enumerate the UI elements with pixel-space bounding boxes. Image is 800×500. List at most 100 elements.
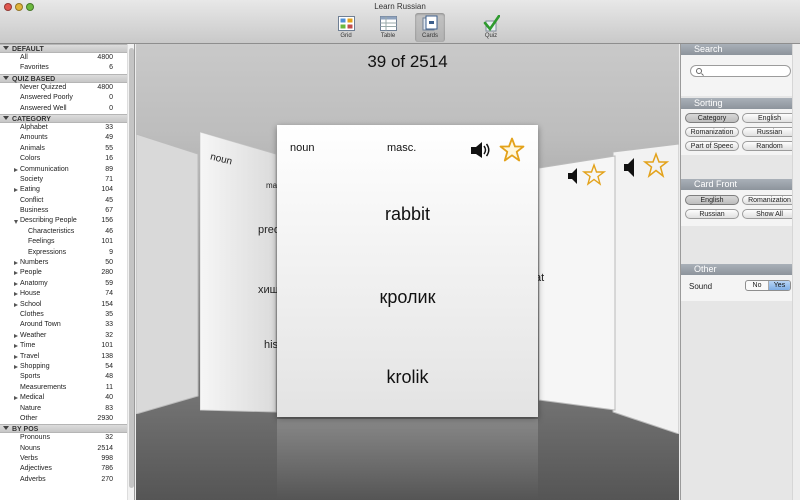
sidebar-item[interactable]: Characteristics 46	[0, 227, 134, 237]
front-romanization-button[interactable]: Romanization	[742, 195, 797, 205]
collapsed-triangle-icon[interactable]	[14, 188, 18, 193]
collapsed-triangle-icon[interactable]	[14, 302, 18, 307]
sound-yes-option[interactable]: Yes	[769, 281, 790, 290]
sidebar-item[interactable]: Numbers 50	[0, 258, 134, 268]
sidebar-item[interactable]: Colors 16	[0, 154, 134, 164]
sidebar-item[interactable]: Travel 138	[0, 352, 134, 362]
front-english-button[interactable]: English	[685, 195, 739, 205]
sidebar-item-count: 270	[101, 475, 113, 483]
sort-russian-button[interactable]: Russian	[742, 127, 797, 137]
toolbar-grid-button[interactable]: Grid	[331, 13, 361, 42]
sidebar-item[interactable]: Amounts 49	[0, 133, 134, 143]
sidebar-item[interactable]: All 4800	[0, 53, 134, 63]
card-part-of-speech: noun	[290, 142, 315, 154]
sound-no-option[interactable]: No	[746, 281, 769, 290]
sidebar-item[interactable]: Time 101	[0, 341, 134, 351]
sidebar-scroll-thumb[interactable]	[129, 48, 134, 488]
sidebar-item[interactable]: Alphabet 33	[0, 123, 134, 133]
sidebar-item[interactable]: Eating 104	[0, 185, 134, 195]
search-input[interactable]	[690, 65, 791, 77]
collapsed-triangle-icon[interactable]	[14, 354, 18, 359]
sidebar-section-header[interactable]: CATEGORY	[0, 113, 134, 123]
speaker-icon[interactable]	[470, 141, 492, 159]
sidebar-item[interactable]: Feelings 101	[0, 237, 134, 247]
sidebar-item[interactable]: Nature 83	[0, 404, 134, 414]
collapsed-triangle-icon[interactable]	[14, 281, 18, 286]
sort-part-of-speech-button[interactable]: Part of Speec	[685, 141, 739, 151]
collapsed-triangle-icon[interactable]	[14, 292, 18, 297]
sidebar-item[interactable]: House 74	[0, 289, 134, 299]
collapsed-triangle-icon[interactable]	[14, 333, 18, 338]
collapsed-triangle-icon[interactable]	[14, 271, 18, 276]
sidebar-item-label: Clothes	[20, 310, 44, 318]
sidebar-item[interactable]: Conflict 45	[0, 196, 134, 206]
sidebar-item[interactable]: Other 2930	[0, 414, 134, 424]
sidebar-item-label: Alphabet	[20, 123, 48, 131]
sidebar-item[interactable]: Animals 55	[0, 144, 134, 154]
sidebar-item[interactable]: School 154	[0, 300, 134, 310]
front-russian-button[interactable]: Russian	[685, 209, 739, 219]
sidebar-item[interactable]: People 280	[0, 268, 134, 278]
sidebar-item[interactable]: Shopping 54	[0, 362, 134, 372]
sort-category-button[interactable]: Category	[685, 113, 739, 123]
sidebar-section-header[interactable]: BY POS	[0, 424, 134, 434]
window-titlebar: Learn Russian Grid Table Cards Quiz	[0, 0, 800, 44]
sidebar-item[interactable]: Pronouns 32	[0, 433, 134, 443]
sort-romanization-button[interactable]: Romanization	[685, 127, 739, 137]
sidebar-section-header[interactable]: QUIZ BASED	[0, 73, 134, 83]
sidebar-item[interactable]: Expressions 9	[0, 248, 134, 258]
disclosure-triangle-icon[interactable]	[3, 426, 9, 431]
sidebar-item-label: Colors	[20, 155, 41, 163]
sidebar-item[interactable]: Medical 40	[0, 393, 134, 403]
sidebar-item-count: 55	[105, 144, 113, 152]
sidebar-item[interactable]: Answered Well 0	[0, 104, 134, 114]
sidebar-item[interactable]: Adjectives 786	[0, 464, 134, 474]
collapsed-triangle-icon[interactable]	[14, 344, 18, 349]
favorite-star-icon[interactable]	[499, 137, 525, 163]
sidebar-item[interactable]: Adverbs 270	[0, 475, 134, 485]
left-card-roman: his	[264, 339, 279, 351]
sidebar-item[interactable]: Communication 89	[0, 165, 134, 175]
grid-icon	[337, 16, 355, 31]
card-right[interactable]	[539, 144, 679, 434]
disclosure-triangle-icon[interactable]	[3, 46, 9, 50]
sidebar-scrollbar[interactable]	[127, 44, 134, 500]
sort-english-button[interactable]: English	[742, 113, 797, 123]
toolbar-cards-button[interactable]: Cards	[415, 13, 445, 42]
toolbar-quiz-button[interactable]: Quiz	[476, 13, 506, 42]
sound-toggle[interactable]: No Yes	[745, 280, 791, 291]
sidebar-item[interactable]: Society 71	[0, 175, 134, 185]
sort-random-button[interactable]: Random	[742, 141, 797, 151]
sidebar-item[interactable]: Describing People 156	[0, 216, 134, 226]
sidebar-item-count: 67	[105, 207, 113, 215]
sidebar-item[interactable]: Clothes 35	[0, 310, 134, 320]
sidebar-item[interactable]: Around Town 33	[0, 320, 134, 330]
sidebar-item-label: Around Town	[20, 321, 61, 329]
sidebar-item[interactable]: Nouns 2514	[0, 444, 134, 454]
sidebar-item[interactable]: Sports 48	[0, 372, 134, 382]
sidebar-item[interactable]: Favorites 6	[0, 63, 134, 73]
sidebar-item[interactable]: Anatomy 59	[0, 279, 134, 289]
disclosure-triangle-icon[interactable]	[3, 115, 9, 120]
sidebar-item[interactable]: Measurements 11	[0, 383, 134, 393]
sidebar-item[interactable]: Verbs 998	[0, 454, 134, 464]
sidebar-item[interactable]: Weather 32	[0, 331, 134, 341]
sidebar-item[interactable]: Never Quizzed 4800	[0, 83, 134, 93]
collapsed-triangle-icon[interactable]	[14, 364, 18, 369]
card-left[interactable]	[200, 132, 280, 417]
card-far-left[interactable]	[136, 134, 206, 414]
collapsed-triangle-icon[interactable]	[14, 261, 18, 266]
current-card[interactable]: noun masc. rabbit кролик krolik	[277, 125, 538, 417]
collapsed-triangle-icon[interactable]	[14, 167, 18, 172]
sidebar-section-header[interactable]: DEFAULT	[0, 44, 134, 53]
sidebar-item[interactable]: Answered Poorly 0	[0, 93, 134, 103]
collapsed-triangle-icon[interactable]	[14, 396, 18, 401]
panel-scrollbar[interactable]	[792, 44, 800, 500]
expanded-triangle-icon[interactable]	[14, 220, 18, 225]
sidebar-item-count: 45	[105, 196, 113, 204]
sidebar-item-label: Verbs	[20, 455, 38, 463]
toolbar-table-button[interactable]: Table	[373, 13, 403, 42]
disclosure-triangle-icon[interactable]	[3, 75, 9, 80]
front-show-all-button[interactable]: Show All	[742, 209, 797, 219]
sidebar-item[interactable]: Business 67	[0, 206, 134, 216]
